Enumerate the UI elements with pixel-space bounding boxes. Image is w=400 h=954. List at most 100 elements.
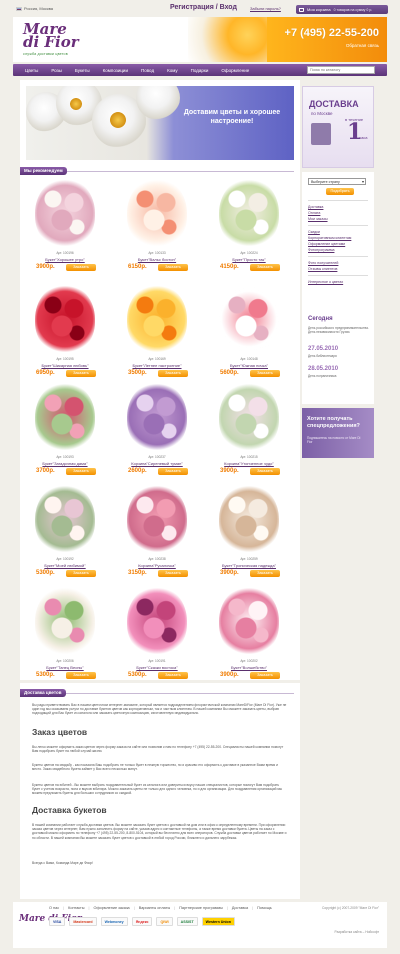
product-card[interactable]: Арт. 100237 Корзина"Сиреневый туман" 2600р… bbox=[112, 382, 202, 486]
product-name-link[interactable]: Букет"Волшебство" bbox=[204, 665, 294, 670]
product-name-link[interactable]: Букет"Загадочная дама" bbox=[20, 461, 110, 466]
sidebar-link-flower-facts[interactable]: Интересное о цветах bbox=[308, 280, 343, 284]
site-logo[interactable]: Mare di Fior служба доставки цветов bbox=[23, 22, 85, 57]
order-button[interactable]: Заказать bbox=[66, 570, 96, 577]
bouquet-image[interactable] bbox=[219, 284, 279, 354]
event-text: День библиотекаря bbox=[308, 354, 337, 358]
sidebar-link-decoration[interactable]: Оформление цветами bbox=[308, 242, 345, 246]
subscribe-promo[interactable]: Хотите получать спецпредложения? Подпиши… bbox=[302, 408, 374, 458]
sidebar-link-orders[interactable]: Мои заказы bbox=[308, 217, 328, 221]
order-button[interactable]: Заказать bbox=[66, 264, 96, 271]
bouquet-image[interactable] bbox=[219, 586, 279, 656]
product-card[interactable]: Арт. 100193 Букет"Загадочная дама" 3700р. З… bbox=[20, 382, 110, 486]
product-card[interactable]: Арт. 100196 Букет"Хорошее утро" 3900р. Зака… bbox=[20, 178, 110, 282]
product-card[interactable]: Арт. 100148 Букет"Южная ночка" 5600р. Заказ… bbox=[204, 284, 294, 388]
product-name-link[interactable]: Букет"Сказки востока" bbox=[112, 665, 202, 670]
nav-item-compositions[interactable]: Композиции bbox=[103, 68, 128, 73]
nav-item-roses[interactable]: Розы bbox=[51, 68, 62, 73]
cart-button[interactable]: Моя корзина 0 товаров на сумму 0 р. bbox=[296, 5, 388, 14]
bouquet-image[interactable] bbox=[35, 178, 95, 248]
bouquet-image[interactable] bbox=[35, 382, 95, 452]
order-button[interactable]: Заказать bbox=[250, 468, 280, 475]
bouquet-image[interactable] bbox=[127, 284, 187, 354]
footer-link-contacts[interactable]: Контакты bbox=[68, 906, 84, 910]
product-card[interactable]: Арт. 100192 Букет"Моей любимой" 5300р. Зака… bbox=[20, 484, 110, 588]
product-card[interactable]: Арт. 100202 Букет"Волшебство" 3900р. Заказа… bbox=[204, 586, 294, 690]
nav-item-decoration[interactable]: Оформление bbox=[221, 68, 249, 73]
product-name-link[interactable]: Букет"Летнее настроение" bbox=[112, 363, 202, 368]
order-button[interactable]: Заказать bbox=[158, 672, 188, 679]
separator: | bbox=[226, 906, 228, 910]
product-name-link[interactable]: Корзина"Русалочка" bbox=[112, 563, 202, 568]
product-name-link[interactable]: Букет"Хорошее утро" bbox=[20, 257, 110, 262]
product-card[interactable]: Арт. 100215 Корзина"Утонченное чудо" 3900р… bbox=[204, 382, 294, 486]
bouquet-image[interactable] bbox=[219, 484, 279, 554]
login-link[interactable]: Регистрация / Вход bbox=[170, 4, 237, 11]
product-name-link[interactable]: Букет"Моей любимой" bbox=[20, 563, 110, 568]
order-button[interactable]: Заказать bbox=[158, 264, 188, 271]
bouquet-image[interactable] bbox=[35, 484, 95, 554]
product-name-link[interactable]: Корзина"Утонченное чудо" bbox=[204, 461, 294, 466]
promo-banner[interactable]: Доставим цветы и хорошее настроение! bbox=[26, 86, 294, 160]
footer-link-payment[interactable]: Варианты оплаты bbox=[139, 906, 171, 910]
order-button[interactable]: Заказать bbox=[250, 370, 280, 377]
sidebar-link-reviews[interactable]: Отзывы клиентов bbox=[308, 267, 337, 271]
bouquet-image[interactable] bbox=[35, 284, 95, 354]
nav-item-flowers[interactable]: Цветы bbox=[25, 68, 38, 73]
order-button[interactable]: Заказать bbox=[66, 672, 96, 679]
product-card[interactable]: Арт. 100238 Корзина"Русалочка" 3150р. Заказ… bbox=[112, 484, 202, 588]
delivery-banner[interactable]: ДОСТАВКА по Москве в течение 1 часа bbox=[302, 86, 374, 168]
footer-link-about[interactable]: О нас bbox=[49, 906, 59, 910]
order-button[interactable]: Заказать bbox=[250, 264, 280, 271]
search-input[interactable] bbox=[307, 66, 375, 74]
sidebar-link-payment[interactable]: Оплата bbox=[308, 211, 320, 215]
product-name-link[interactable]: Букет"Южная ночка" bbox=[204, 363, 294, 368]
product-name-link[interactable]: Корзина"Сиреневый туман" bbox=[112, 461, 202, 466]
order-button[interactable]: Заказать bbox=[66, 468, 96, 475]
nav-item-occasion[interactable]: Повод bbox=[141, 68, 154, 73]
product-card[interactable]: Арт. 100259 Букет"Тропическая надежда" 390… bbox=[204, 484, 294, 588]
nav-item-gifts[interactable]: Подарки bbox=[191, 68, 209, 73]
product-card[interactable]: Арт. 100191 Букет"Сказки востока" 5300р. За… bbox=[112, 586, 202, 690]
product-card[interactable]: Арт. 100169 Букет"Летнее настроение" 3500р… bbox=[112, 284, 202, 388]
sidebar-link-photo[interactable]: Фотопрограмма bbox=[308, 248, 334, 252]
order-button[interactable]: Заказать bbox=[158, 570, 188, 577]
nav-item-recipient[interactable]: Кому bbox=[167, 68, 178, 73]
sidebar-link-discounts[interactable]: Скидки bbox=[308, 230, 320, 234]
footer-link-ordering[interactable]: Оформление заказа bbox=[94, 906, 130, 910]
footer-link-partners[interactable]: Партнерские программы bbox=[179, 906, 223, 910]
sidebar-link-corporate[interactable]: Корпоративным клиентам bbox=[308, 236, 351, 240]
product-name-link[interactable]: Букет"Танец Весны" bbox=[20, 665, 110, 670]
product-name-link[interactable]: Букет"Вальс бостон" bbox=[112, 257, 202, 262]
sidebar-link-delivery[interactable]: Доставка bbox=[308, 205, 323, 209]
select-submit-button[interactable]: Подобрать bbox=[326, 188, 354, 195]
product-name-link[interactable]: Букет"Просто так" bbox=[204, 257, 294, 262]
bouquet-image[interactable] bbox=[219, 382, 279, 452]
order-button[interactable]: Заказать bbox=[66, 370, 96, 377]
bouquet-image[interactable] bbox=[127, 382, 187, 452]
bouquet-image[interactable] bbox=[35, 586, 95, 656]
product-name-link[interactable]: Букет"Тропическая надежда" bbox=[204, 563, 294, 568]
sidebar-link-recipient-photos[interactable]: Фото получателей bbox=[308, 261, 338, 265]
product-card[interactable]: Арт. 100206 Букет"Танец Весны" 5300р. Заказ… bbox=[20, 586, 110, 690]
forgot-password-link[interactable]: Забыли пароль? bbox=[250, 6, 281, 11]
bouquet-image[interactable] bbox=[127, 178, 187, 248]
product-card[interactable]: Арт. 100133 Букет"Вальс бостон" 6150р. Зака… bbox=[112, 178, 202, 282]
nav-item-bouquets[interactable]: Букеты bbox=[75, 68, 90, 73]
bouquet-image[interactable] bbox=[219, 178, 279, 248]
callback-link[interactable]: Обратная связь bbox=[346, 43, 379, 48]
product-card[interactable]: Арт. 100224 Букет"Просто так" 4150р. Заказа… bbox=[204, 178, 294, 282]
product-article: Арт. 100195 bbox=[56, 357, 74, 361]
order-button[interactable]: Заказать bbox=[250, 672, 280, 679]
footer-link-delivery[interactable]: Доставка bbox=[232, 906, 248, 910]
footer-link-help[interactable]: Помощь bbox=[257, 906, 272, 910]
country-select[interactable]: Выберите страну bbox=[308, 178, 366, 185]
order-button[interactable]: Заказать bbox=[250, 570, 280, 577]
order-button[interactable]: Заказать bbox=[158, 468, 188, 475]
order-button[interactable]: Заказать bbox=[158, 370, 188, 377]
bouquet-image[interactable] bbox=[127, 484, 187, 554]
product-card[interactable]: Арт. 100195 Букет"Шикарная любовь" 6950р. З… bbox=[20, 284, 110, 388]
bouquet-image[interactable] bbox=[127, 586, 187, 656]
region-selector[interactable]: Россия, Москва bbox=[16, 6, 53, 11]
product-name-link[interactable]: Букет"Шикарная любовь" bbox=[20, 363, 110, 368]
